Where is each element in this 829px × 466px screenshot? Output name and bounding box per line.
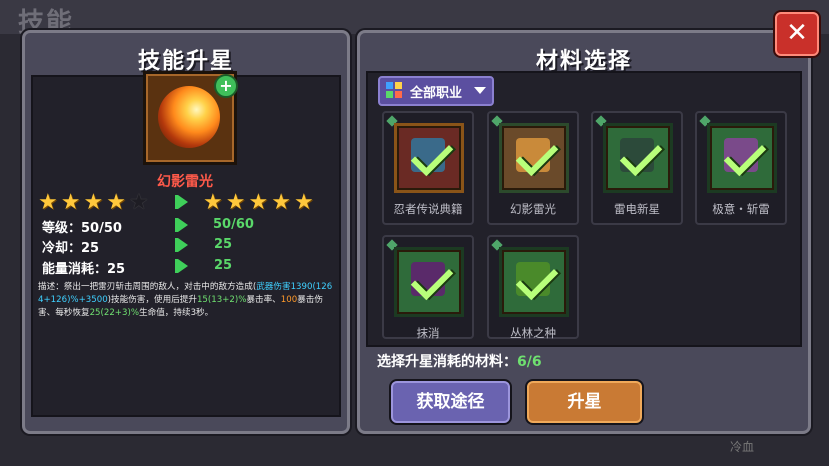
erase-book-icon bbox=[394, 247, 464, 317]
phantom-lightning-book-icon bbox=[499, 123, 569, 193]
stat-level-next: 50/60 bbox=[213, 217, 254, 232]
current-stars: ★ ★ ★ ★ ★ bbox=[38, 192, 149, 214]
star-icon: ★ bbox=[203, 190, 223, 215]
upgrade-arrow-icon bbox=[175, 259, 188, 273]
stat-energy-current: 25 bbox=[107, 262, 126, 277]
star-icon: ★ bbox=[38, 190, 58, 215]
stat-level-current: 50/50 bbox=[81, 221, 122, 236]
star-icon: ★ bbox=[60, 190, 81, 215]
material-label: 幻影雷光 bbox=[510, 202, 556, 216]
empty-star-icon: ★ bbox=[128, 190, 149, 215]
jungle-seed-book-icon bbox=[499, 247, 569, 317]
material-card[interactable]: 雷电新星 bbox=[591, 111, 683, 225]
material-label: 雷电新星 bbox=[614, 202, 660, 216]
star-icon: ★ bbox=[225, 190, 246, 215]
ninja-book-icon bbox=[394, 123, 464, 193]
background-header bbox=[0, 0, 829, 34]
star-icon: ★ bbox=[271, 190, 291, 215]
class-filter-dropdown[interactable]: 全部职业 bbox=[378, 76, 494, 106]
get-source-button[interactable]: 获取途径 bbox=[391, 381, 510, 423]
material-label: 极意・斩雷 bbox=[712, 202, 770, 216]
upgrade-arrow-icon bbox=[175, 238, 188, 252]
filter-label: 全部职业 bbox=[410, 86, 463, 101]
close-button[interactable]: ✕ bbox=[775, 12, 819, 56]
material-summary: 选择升星消耗的材料：6/6 bbox=[377, 354, 542, 370]
upgrade-star-button[interactable]: 升星 bbox=[527, 381, 642, 423]
star-icon: ★ bbox=[248, 190, 269, 215]
star-icon: ★ bbox=[106, 190, 126, 215]
upgrade-arrow-icon bbox=[175, 218, 188, 232]
upgrade-arrow-icon bbox=[175, 195, 188, 209]
background-corner-label: 冷血 bbox=[730, 440, 755, 454]
stat-energy-label: 能量消耗：25 bbox=[42, 262, 126, 277]
chevron-down-icon bbox=[474, 87, 486, 94]
lightning-orb-icon bbox=[158, 86, 220, 148]
material-label: 抹消 bbox=[416, 326, 440, 340]
skill-name: 幻影雷光 bbox=[157, 174, 213, 190]
material-card[interactable]: 极意・斩雷 bbox=[695, 111, 787, 225]
next-stars: ★ ★ ★ ★ ★ bbox=[203, 192, 314, 214]
stat-cooldown-label: 冷却：25 bbox=[42, 241, 100, 256]
stat-level-label: 等级：50/50 bbox=[42, 221, 122, 236]
stat-cooldown-next: 25 bbox=[214, 237, 233, 252]
plus-badge-icon: + bbox=[214, 74, 238, 98]
thunder-nova-book-icon bbox=[603, 123, 673, 193]
material-card[interactable]: 忍者传说典籍 bbox=[382, 111, 474, 225]
material-count: 6/6 bbox=[517, 354, 542, 370]
grid-icon bbox=[386, 82, 402, 98]
material-label: 丛林之种 bbox=[510, 326, 556, 340]
material-card[interactable]: 抹消 bbox=[382, 235, 474, 340]
thunder-slash-book-icon bbox=[707, 123, 777, 193]
star-icon: ★ bbox=[83, 190, 104, 215]
stat-cooldown-current: 25 bbox=[81, 241, 100, 256]
stat-energy-next: 25 bbox=[214, 258, 233, 273]
material-label: 忍者传说典籍 bbox=[393, 202, 463, 216]
skill-description: 描述：祭出一把雷刃斩击周围的敌人，对击中的敌方造成(武器伤害1390(1264+… bbox=[38, 282, 333, 318]
material-card[interactable]: 丛林之种 bbox=[487, 235, 579, 340]
material-card[interactable]: 幻影雷光 bbox=[487, 111, 579, 225]
star-icon: ★ bbox=[293, 190, 314, 215]
